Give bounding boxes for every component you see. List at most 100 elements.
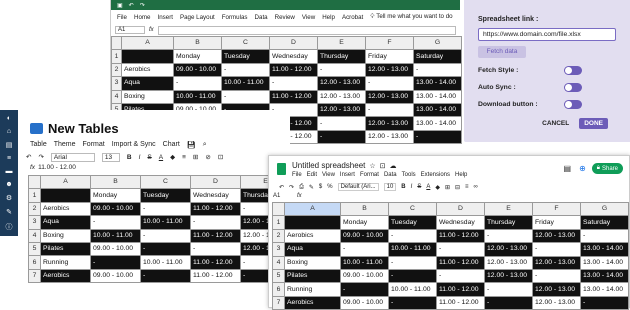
info-icon[interactable]: ⓘ (6, 222, 13, 232)
menu-review[interactable]: Review (275, 14, 295, 21)
table-cell[interactable]: 12.00 - 13.00 (365, 129, 414, 145)
table-cell[interactable]: Saturday (580, 215, 629, 230)
table-cell[interactable]: - (340, 282, 389, 297)
menu-file[interactable]: File (292, 172, 302, 178)
row-number[interactable]: 4 (111, 89, 122, 104)
row-number[interactable]: 3 (28, 215, 41, 230)
comment-icon[interactable]: ▤ (564, 164, 572, 173)
table-cell[interactable]: Aerobics (40, 268, 91, 284)
formula-input[interactable] (157, 25, 456, 35)
menu-page-layout[interactable]: Page Layout (180, 14, 215, 21)
strike-icon[interactable]: S (147, 154, 151, 161)
table-cell[interactable]: Friday (365, 49, 414, 64)
print-icon[interactable]: ⎙ (299, 184, 304, 191)
table-cell[interactable]: - (221, 62, 270, 78)
table-cell[interactable]: Saturday (413, 49, 462, 64)
column-header[interactable]: D (436, 201, 485, 217)
column-header[interactable]: D (269, 35, 318, 51)
row-number[interactable]: 1 (28, 188, 41, 203)
column-header[interactable]: A (121, 35, 174, 51)
column-header[interactable]: D (190, 174, 241, 190)
text-color-icon[interactable]: A (159, 154, 163, 161)
save-icon[interactable]: 💾︎ (187, 141, 196, 149)
row-number[interactable]: 4 (272, 255, 285, 270)
table-cell[interactable]: - (532, 268, 581, 284)
column-header[interactable]: A (284, 201, 341, 217)
wrench-icon[interactable]: ✎ (6, 208, 12, 216)
text-color-icon[interactable]: A (426, 184, 430, 190)
settings-icon[interactable]: ⚙ (6, 194, 12, 202)
table-cell[interactable]: 10.00 - 11.00 (90, 228, 141, 243)
table-cell[interactable]: 11.00 - 12.00 (269, 62, 318, 78)
row-number[interactable]: 5 (28, 241, 41, 257)
menu-home[interactable]: Home (134, 14, 151, 21)
row-number[interactable]: 5 (272, 268, 285, 284)
table-cell[interactable]: Pilates (284, 268, 341, 284)
table-cell[interactable]: Aerobics (40, 201, 91, 217)
font-size-select[interactable]: 13 (101, 152, 120, 162)
table-cell[interactable]: 09.00 - 10.00 (173, 62, 222, 78)
column-header[interactable]: F (365, 35, 414, 51)
undo-icon[interactable]: ↶ (129, 2, 134, 9)
column-header[interactable]: B (340, 201, 389, 217)
menu-theme[interactable]: Theme (54, 141, 76, 148)
table-cell[interactable]: 12.00 - 13.00 (317, 89, 366, 104)
table-cell[interactable]: 10.00 - 11.00 (173, 89, 222, 104)
table-cell[interactable]: - (317, 129, 366, 145)
share-button[interactable]: 🔒︎ Share (591, 163, 623, 174)
table-cell[interactable]: 09.00 - 10.00 (90, 268, 141, 284)
row-number[interactable]: 1 (272, 215, 285, 230)
table-cell[interactable] (40, 188, 91, 203)
table-cell[interactable]: Friday (532, 215, 581, 230)
table-cell[interactable]: 12.00 - 13.00 (484, 255, 533, 270)
table-cell[interactable]: - (580, 228, 629, 244)
merge-icon[interactable]: ⊞ (193, 153, 198, 161)
align-icon[interactable]: ≡ (182, 154, 186, 161)
table-cell[interactable]: Thursday (317, 49, 366, 64)
table-cell[interactable]: Tuesday (140, 188, 191, 203)
column-header[interactable]: A (40, 174, 91, 190)
table-cell[interactable]: Wednesday (269, 49, 318, 64)
table-cell[interactable]: - (140, 201, 191, 217)
undo-icon[interactable]: ↶ (279, 184, 284, 191)
row-number[interactable]: 1 (111, 49, 122, 64)
search-icon[interactable]: ⌕ (203, 141, 207, 149)
merge-icon[interactable]: ⊟ (455, 184, 460, 191)
cancel-button[interactable]: CANCEL (542, 120, 569, 127)
table-cell[interactable]: 11.00 - 12.00 (436, 228, 485, 244)
menu-format[interactable]: Format (83, 141, 105, 148)
table-cell[interactable]: 12.00 - 13.00 (484, 242, 533, 257)
list-icon[interactable]: ≡ (7, 155, 11, 162)
cell-value[interactable]: 11.00 - 12.00 (38, 164, 76, 175)
row-number[interactable]: 6 (272, 282, 285, 297)
table-cell[interactable]: 13.00 - 14.00 (580, 268, 629, 284)
redo-icon[interactable]: ↷ (140, 2, 145, 9)
table-cell[interactable]: - (532, 242, 581, 257)
table-cell[interactable]: 12.00 - 13.00 (365, 62, 414, 78)
users-icon[interactable]: ☻ (5, 181, 12, 188)
font-select[interactable]: Default (Ari... (337, 183, 379, 191)
table-cell[interactable]: Boxing (121, 89, 174, 104)
table-cell[interactable]: 13.00 - 14.00 (413, 116, 462, 131)
menu-import-sync[interactable]: Import & Sync (112, 141, 156, 148)
table-cell[interactable]: 12.00 - 13.00 (532, 255, 581, 270)
table-cell[interactable]: - (388, 228, 437, 244)
table-cell[interactable]: - (484, 282, 533, 297)
table-cell[interactable]: 11.00 - 12.00 (436, 282, 485, 297)
table-cell[interactable]: 09.00 - 10.00 (90, 201, 141, 217)
redo-icon[interactable]: ↷ (289, 184, 294, 191)
font-select[interactable]: Arial (50, 152, 95, 162)
link-icon[interactable]: ∞ (474, 184, 478, 190)
borders-icon[interactable]: ⊡ (218, 153, 223, 161)
table-cell[interactable]: 11.00 - 12.00 (190, 268, 241, 284)
menu-table[interactable]: Table (30, 141, 47, 148)
table-cell[interactable]: 13.00 - 14.00 (413, 76, 462, 91)
table-cell[interactable]: Tuesday (388, 215, 437, 230)
font-size-select[interactable]: 10 (383, 183, 397, 191)
table-cell[interactable]: 10.00 - 11.00 (140, 255, 191, 270)
table-cell[interactable]: Boxing (40, 228, 91, 243)
table-cell[interactable]: 13.00 - 14.00 (580, 255, 629, 270)
table-cell[interactable]: 13.00 - 14.00 (413, 102, 462, 118)
table-cell[interactable]: 12.00 - 13.00 (317, 102, 366, 118)
italic-icon[interactable]: I (139, 154, 141, 161)
